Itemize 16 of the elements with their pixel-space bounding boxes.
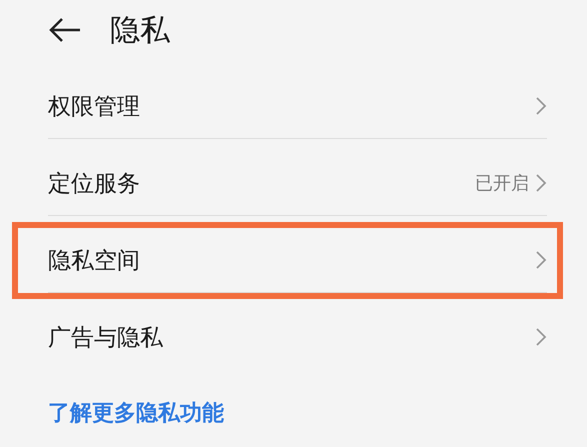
chevron-icon xyxy=(535,96,547,116)
row-label: 定位服务 xyxy=(48,170,141,198)
row-label: 隐私空间 xyxy=(48,246,141,276)
back-icon[interactable] xyxy=(48,17,82,43)
settings-row[interactable]: 广告与隐私 xyxy=(12,299,563,375)
learn-more-link[interactable]: 了解更多隐私功能 xyxy=(48,401,224,427)
settings-row[interactable]: 权限管理 xyxy=(12,68,563,145)
row-label: 权限管理 xyxy=(48,92,141,122)
settings-row[interactable]: 定位服务 已开启 xyxy=(12,145,563,222)
chevron-icon xyxy=(535,327,547,347)
chevron-icon xyxy=(535,173,547,193)
chevron-icon xyxy=(535,250,547,270)
settings-row[interactable]: 隐私空间 xyxy=(12,222,563,299)
status-text: 已开启 xyxy=(475,172,529,195)
page-title: 隐私 xyxy=(110,12,170,50)
row-label: 广告与隐私 xyxy=(48,324,164,352)
